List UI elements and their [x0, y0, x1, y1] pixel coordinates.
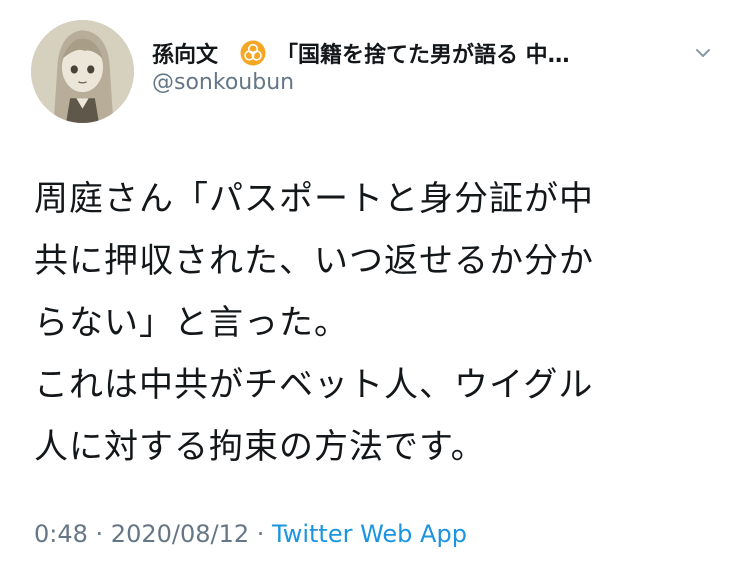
anime-girl-avatar: [31, 20, 134, 123]
tweet-text: 周庭さん「パスポートと身分証が中 共に押収された、いつ返せるか分か らない」と言…: [34, 168, 724, 478]
tweet-meta: 0:48 · 2020/08/12 · Twitter Web App: [34, 520, 467, 548]
chevron-down-icon[interactable]: [692, 42, 714, 64]
user-handle[interactable]: @sonkoubun: [152, 70, 294, 95]
avatar[interactable]: [31, 20, 134, 123]
biohazard-icon: [240, 40, 266, 66]
meta-separator: ·: [87, 520, 111, 548]
tweet-line: らない」と言った。: [34, 303, 349, 343]
user-name-row: 孫向文 「国籍を捨てた男が語る 中…: [152, 36, 714, 70]
tweet-line: 周庭さん「パスポートと身分証が中: [34, 179, 594, 219]
display-name[interactable]: 孫向文: [152, 37, 218, 69]
tweet-line: これは中共がチベット人、ウイグル: [34, 365, 594, 405]
tweet-line: 人に対する拘束の方法です。: [34, 427, 486, 467]
tweet-date[interactable]: 2020/08/12: [111, 520, 249, 548]
tweet-line: 共に押収された、いつ返せるか分か: [34, 241, 594, 281]
display-name-suffix[interactable]: 「国籍を捨てた男が語る 中…: [276, 37, 682, 69]
meta-separator: ·: [249, 520, 273, 548]
tweet-source-link[interactable]: Twitter Web App: [272, 520, 467, 548]
tweet-time[interactable]: 0:48: [34, 520, 88, 548]
